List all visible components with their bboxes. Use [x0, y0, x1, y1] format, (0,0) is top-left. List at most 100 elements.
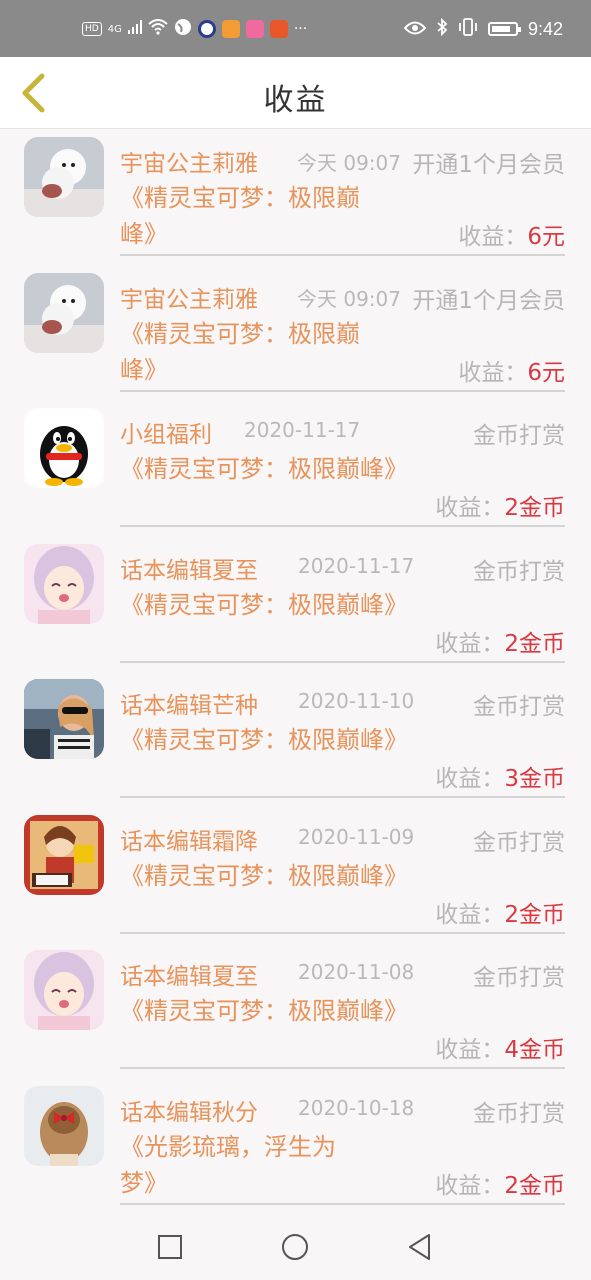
book-title: 《精灵宝可梦：极限巅峰》	[120, 726, 408, 754]
amount-value: 4金币	[504, 1037, 565, 1063]
earning-date: 2020-10-18	[298, 1095, 415, 1120]
book-title: 《精灵宝可梦：极限巅峰》	[120, 184, 360, 248]
illustration-avatar-icon	[24, 814, 104, 895]
globe-icon	[174, 18, 192, 40]
earning-type: 开通1个月会员	[412, 287, 565, 314]
anime-girl-avatar-icon	[24, 543, 104, 624]
earning-label: 收益：	[435, 630, 505, 657]
earning-row[interactable]: 话本编辑芒种 2020-11-10 金币打赏 《精灵宝可梦：极限巅峰》 收益：3…	[0, 672, 591, 808]
sender-name: 话本编辑霜降	[120, 828, 258, 855]
divider	[120, 525, 565, 527]
earning-amount: 收益：2金币	[435, 488, 565, 522]
earning-amount: 收益：3金币	[435, 759, 565, 793]
earning-type: 金币打赏	[473, 694, 565, 720]
earning-label: 收益：	[435, 766, 505, 792]
avatar	[24, 1085, 104, 1166]
earning-label: 收益：	[435, 901, 505, 928]
amount-value: 2金币	[504, 1172, 565, 1199]
page-title: 收益	[263, 83, 328, 118]
avatar	[24, 272, 104, 353]
sender-name: 小组福利	[120, 422, 212, 448]
earning-date: 今天 09:07	[297, 286, 401, 311]
sender-name: 宇宙公主莉雅	[120, 286, 258, 313]
earning-type: 金币打赏	[473, 965, 565, 991]
earning-amount: 收益：2金币	[435, 895, 565, 929]
vibrate-icon	[458, 18, 478, 40]
earning-label: 收益：	[458, 359, 528, 386]
earning-type: 金币打赏	[473, 558, 565, 585]
book-title: 《光影琉璃，浮生为梦》	[120, 1132, 336, 1197]
earning-date: 今天 09:07	[297, 151, 401, 175]
nav-back-button[interactable]	[405, 1232, 435, 1262]
amount-value: 6元	[527, 359, 565, 386]
sender-name: 话本编辑夏至	[120, 964, 258, 990]
earning-amount: 收益：6元	[458, 353, 565, 387]
car-selfie-avatar-icon	[24, 679, 104, 759]
avatar	[24, 679, 104, 759]
earning-date: 2020-11-08	[298, 960, 415, 984]
divider	[120, 1202, 565, 1205]
network-type: 4G	[107, 23, 122, 35]
earning-row[interactable]: 话本编辑秋分 2020-10-18 金币打赏 《光影琉璃，浮生为梦》 收益：2金…	[0, 1079, 591, 1215]
earning-date: 2020-11-09	[298, 824, 415, 849]
book-title: 《精灵宝可梦：极限巅峰》	[120, 455, 408, 483]
circle-icon	[282, 1234, 308, 1260]
earning-type: 金币打赏	[473, 1100, 565, 1127]
amount-value: 2金币	[504, 630, 565, 657]
earning-row[interactable]: 话本编辑霜降 2020-11-09 金币打赏 《精灵宝可梦：极限巅峰》 收益：2…	[0, 808, 591, 944]
earning-row[interactable]: 宇宙公主莉雅 今天 09:07 开通1个月会员 《精灵宝可梦：极限巅峰》 收益：…	[0, 266, 591, 402]
triangle-back-icon	[409, 1234, 430, 1260]
eye-icon	[403, 20, 427, 39]
clock: 9:42	[527, 18, 563, 39]
avatar	[24, 950, 104, 1030]
divider	[120, 931, 565, 934]
status-bar: HD 4G ··· 9:42	[0, 0, 591, 57]
book-title: 《精灵宝可梦：极限巅峰》	[120, 590, 408, 619]
white-dog-avatar-icon	[24, 272, 104, 353]
amount-value: 6元	[527, 224, 565, 250]
divider	[120, 389, 565, 392]
divider	[120, 254, 565, 256]
earning-amount: 收益：4金币	[435, 1030, 565, 1064]
earning-label: 收益：	[458, 224, 528, 250]
avatar	[24, 543, 104, 624]
penguin-avatar-icon	[24, 408, 104, 488]
home-button[interactable]	[280, 1232, 310, 1262]
app-icon-red	[269, 20, 288, 38]
earning-date: 2020-11-10	[298, 689, 415, 713]
book-title: 《精灵宝可梦：极限巅峰》	[120, 997, 408, 1025]
book-title: 《精灵宝可梦：极限巅峰》	[120, 861, 408, 890]
app-icon-orange	[221, 20, 240, 38]
earning-type: 金币打赏	[473, 829, 565, 856]
divider	[120, 796, 565, 798]
earning-row[interactable]: 宇宙公主莉雅 今天 09:07 开通1个月会员 《精灵宝可梦：极限巅峰》 收益：…	[0, 130, 591, 266]
amount-value: 2金币	[504, 495, 565, 521]
recents-button[interactable]	[155, 1232, 185, 1262]
sender-name: 宇宙公主莉雅	[120, 151, 258, 177]
avatar	[24, 137, 104, 217]
earning-row[interactable]: 小组福利 2020-11-17 金币打赏 《精灵宝可梦：极限巅峰》 收益：2金币	[0, 401, 591, 537]
sender-name: 话本编辑秋分	[120, 1099, 258, 1126]
earning-label: 收益：	[435, 495, 505, 521]
bluetooth-icon	[436, 17, 448, 40]
avatar	[24, 408, 104, 488]
status-right-icons: 9:42	[403, 17, 563, 40]
wifi-icon	[148, 19, 168, 39]
battery-icon	[487, 22, 521, 36]
avatar	[24, 814, 104, 895]
earning-amount: 收益：6元	[458, 217, 565, 251]
hd-badge: HD	[82, 22, 102, 36]
earning-row[interactable]: 话本编辑夏至 2020-11-17 金币打赏 《精灵宝可梦：极限巅峰》 收益：2…	[0, 537, 591, 673]
app-icon-pink	[245, 20, 264, 38]
app-header: 收益	[0, 57, 591, 129]
earning-amount: 收益：2金币	[435, 624, 565, 658]
signal-icon	[127, 20, 142, 38]
earning-row[interactable]: 话本编辑夏至 2020-11-08 金币打赏 《精灵宝可梦：极限巅峰》 收益：4…	[0, 943, 591, 1079]
sender-name: 话本编辑芒种	[120, 693, 258, 719]
amount-value: 2金币	[504, 901, 565, 928]
earnings-list: 宇宙公主莉雅 今天 09:07 开通1个月会员 《精灵宝可梦：极限巅峰》 收益：…	[0, 130, 591, 1214]
book-title: 《精灵宝可梦：极限巅峰》	[120, 319, 360, 384]
earning-type: 金币打赏	[473, 423, 565, 449]
earning-type: 开通1个月会员	[412, 152, 565, 178]
sender-name: 话本编辑夏至	[120, 557, 258, 584]
